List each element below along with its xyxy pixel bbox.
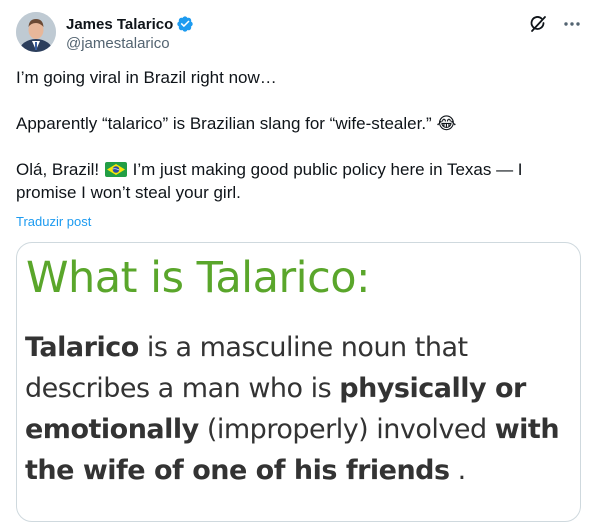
image-seg-6: . <box>449 455 467 486</box>
tweet-line-1: I’m going viral in Brazil right now… <box>16 66 586 89</box>
image-seg-1: Talarico <box>25 332 139 363</box>
image-definition: Talarico is a masculine noun that descri… <box>25 327 573 491</box>
translate-post-link[interactable]: Traduzir post <box>16 214 91 229</box>
profile-photo <box>16 12 56 52</box>
author-block: James Talarico @jamestalarico <box>66 14 194 52</box>
tweet-line-1-text: I’m going viral in Brazil right now… <box>16 68 277 87</box>
attached-image[interactable]: What is Talarico: Talarico is a masculin… <box>16 242 581 522</box>
tweet-text: I’m going viral in Brazil right now… App… <box>16 66 586 204</box>
more-icon[interactable] <box>562 14 582 34</box>
header-actions <box>528 14 582 34</box>
grok-icon[interactable] <box>528 14 548 34</box>
verified-badge-icon[interactable] <box>176 15 194 33</box>
tweet-line-2-text: Apparently “talarico” is Brazilian slang… <box>16 114 432 133</box>
avatar[interactable] <box>16 12 56 52</box>
image-seg-4: (improperly) involved <box>198 414 495 445</box>
tweet-line-3: Olá, Brazil! I’m just making good public… <box>16 158 586 204</box>
author-display-name[interactable]: James Talarico <box>66 16 173 33</box>
display-name-row: James Talarico <box>66 14 194 34</box>
tweet-line-2: Apparently “talarico” is Brazilian slang… <box>16 112 586 135</box>
author-handle[interactable]: @jamestalarico <box>66 35 194 52</box>
brazil-flag-icon <box>104 160 127 177</box>
tweet-header: James Talarico @jamestalarico <box>16 12 588 54</box>
tweet-line-3-start: Olá, Brazil! <box>16 160 100 179</box>
image-heading: What is Talarico: <box>26 253 371 303</box>
laughing-emoji: 😂 <box>436 114 457 133</box>
